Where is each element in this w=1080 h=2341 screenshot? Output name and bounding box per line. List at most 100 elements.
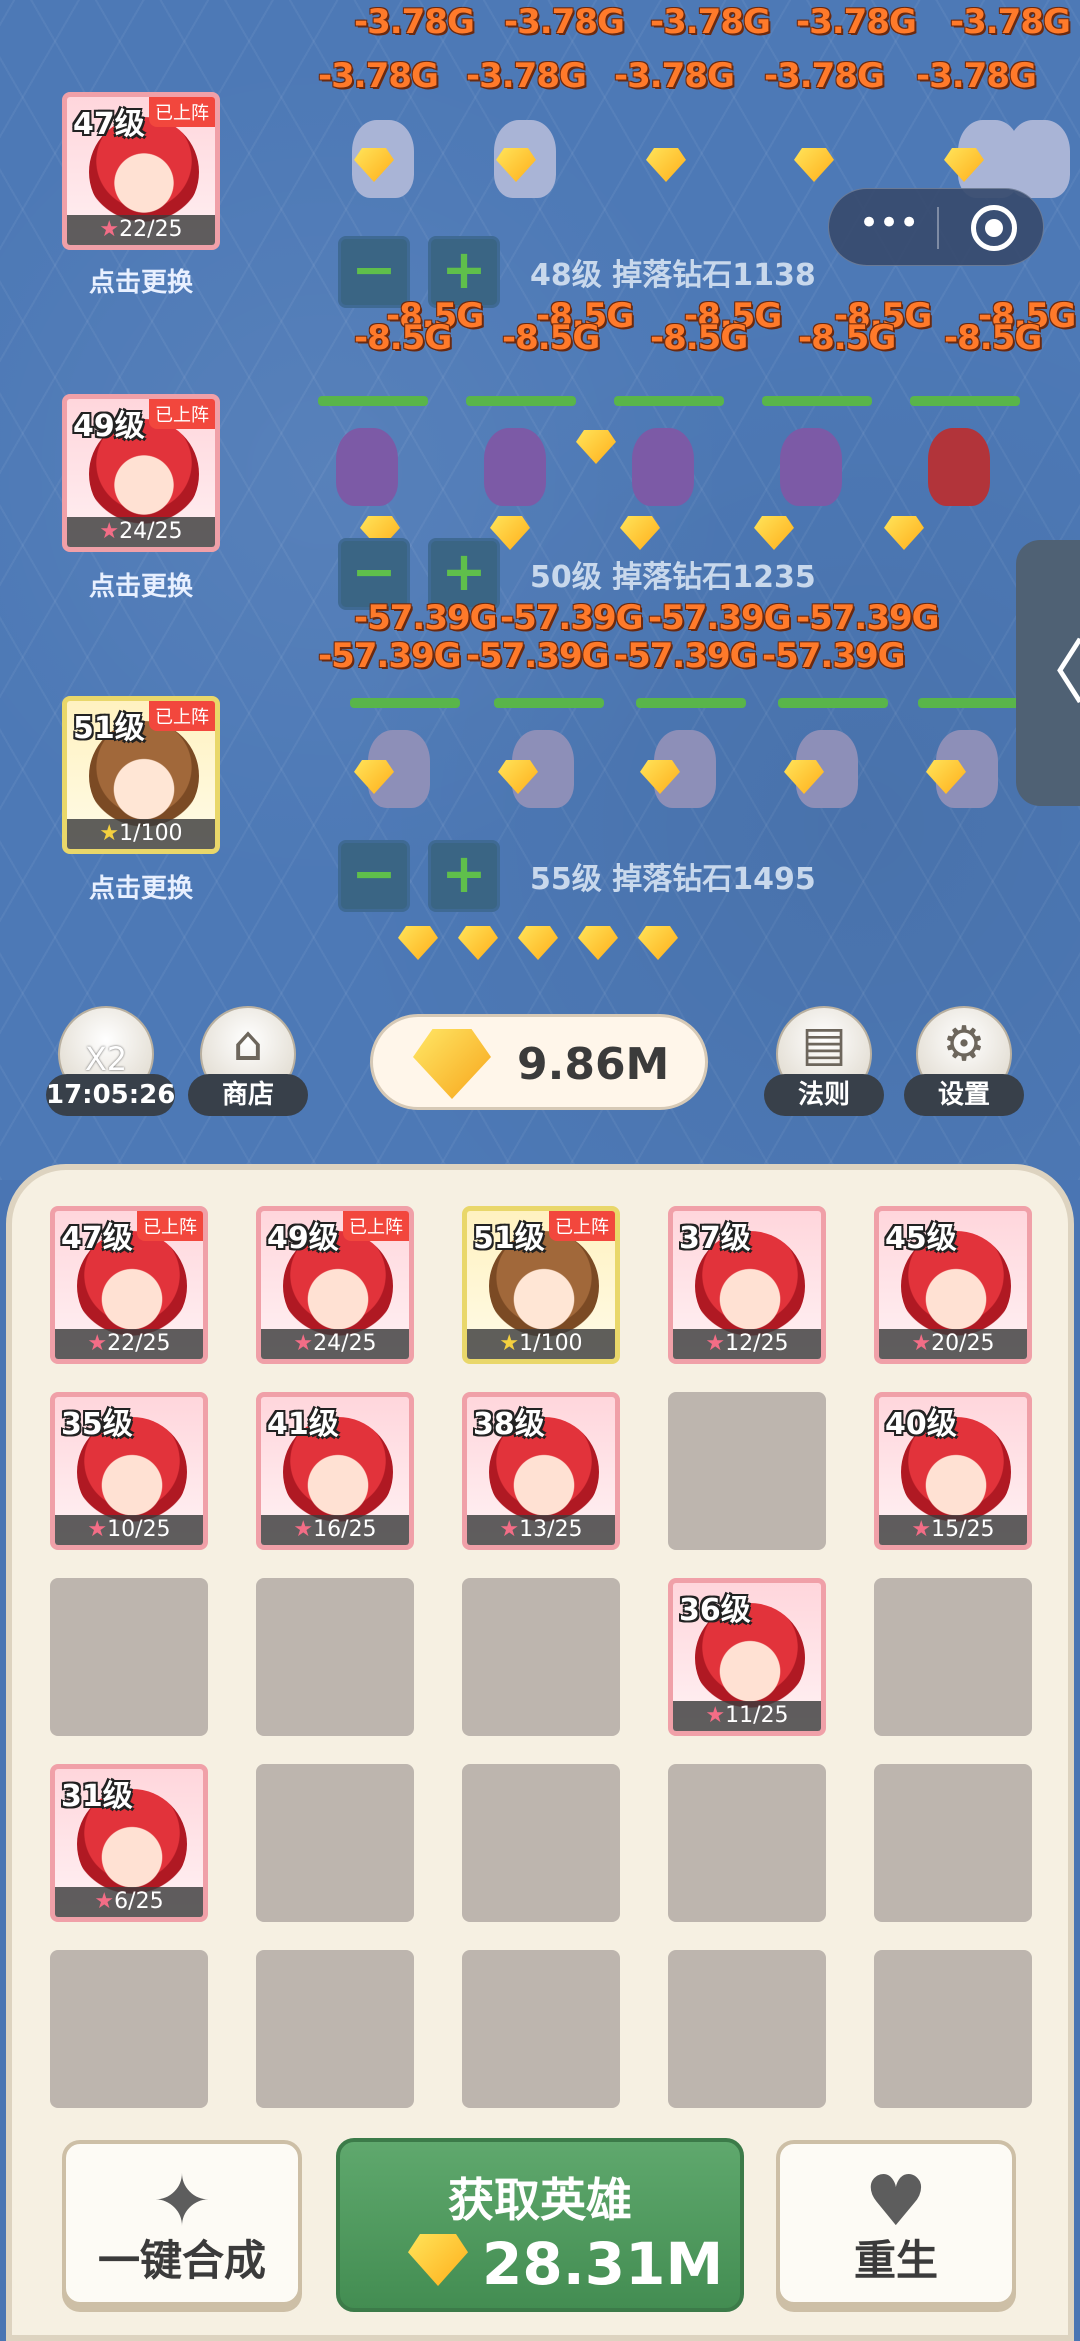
hero-stars: ★1/100 bbox=[467, 1329, 615, 1359]
more-menu-icon[interactable]: ••• bbox=[859, 203, 919, 243]
empty-grid-cell[interactable] bbox=[668, 1950, 826, 2108]
hero-card[interactable]: 51级 已上阵 ★1/100 bbox=[462, 1206, 620, 1364]
empty-grid-cell[interactable] bbox=[256, 1578, 414, 1736]
deployed-badge: 已上阵 bbox=[549, 1211, 615, 1241]
hero-card[interactable]: 40级 ★15/25 bbox=[874, 1392, 1032, 1550]
star-count: 1/100 bbox=[519, 1331, 583, 1356]
double-boost-button[interactable]: X2 17:05:26 bbox=[46, 1006, 176, 1116]
enemy bbox=[318, 396, 428, 514]
replace-hero-link[interactable]: 点击更换 bbox=[62, 868, 220, 905]
diamond-icon bbox=[458, 926, 498, 960]
hero-level: 47级 bbox=[61, 1221, 133, 1256]
deployed-badge: 已上阵 bbox=[149, 97, 215, 127]
deployed-badge: 已上阵 bbox=[343, 1211, 409, 1241]
diamond-icon bbox=[408, 2234, 468, 2286]
empty-grid-cell[interactable] bbox=[50, 1950, 208, 2108]
hero-level: 41级 bbox=[267, 1407, 339, 1442]
diamond-amount: 9.86M bbox=[517, 1039, 670, 1090]
replace-hero-link[interactable]: 点击更换 bbox=[62, 566, 220, 603]
hero-stars: ★15/25 bbox=[879, 1515, 1027, 1545]
diamond-balance: 9.86M bbox=[370, 1014, 708, 1110]
hero-card[interactable]: 38级 ★13/25 bbox=[462, 1392, 620, 1550]
hero-level: 36级 bbox=[679, 1593, 751, 1628]
empty-grid-cell[interactable] bbox=[462, 1764, 620, 1922]
star-count: 12/25 bbox=[725, 1331, 789, 1356]
settings-label: 设置 bbox=[904, 1074, 1024, 1116]
deployed-badge: 已上阵 bbox=[149, 399, 215, 429]
capsule-divider bbox=[937, 207, 939, 249]
damage-number: -3.78G bbox=[650, 2, 771, 42]
hero-level: 37级 bbox=[679, 1221, 751, 1256]
damage-number: -57.39G bbox=[318, 636, 462, 676]
empty-grid-cell[interactable] bbox=[462, 1578, 620, 1736]
damage-number: -57.39G bbox=[466, 636, 610, 676]
auto-merge-button[interactable]: ✦ 一键合成 bbox=[62, 2140, 302, 2306]
rebirth-button[interactable]: ♥ 重生 bbox=[776, 2140, 1016, 2306]
star-icon: ★ bbox=[499, 1331, 520, 1356]
hero-card[interactable]: 37级 ★12/25 bbox=[668, 1206, 826, 1364]
empty-grid-cell[interactable] bbox=[874, 1578, 1032, 1736]
damage-number: -8.5G bbox=[650, 318, 748, 358]
hero-slot-3[interactable]: 51级 已上阵 ★1/100 bbox=[62, 696, 220, 854]
empty-grid-cell[interactable] bbox=[256, 1764, 414, 1922]
diamond-stack-icon bbox=[413, 1029, 491, 1099]
diamond-icon bbox=[398, 926, 438, 960]
empty-grid-cell[interactable] bbox=[462, 1950, 620, 2108]
get-hero-button[interactable]: 获取英雄 28.31M bbox=[336, 2138, 744, 2312]
hero-slot-2[interactable]: 49级 已上阵 ★24/25 bbox=[62, 394, 220, 552]
damage-number: -57.39G bbox=[614, 636, 758, 676]
enemy bbox=[614, 396, 724, 514]
settings-button[interactable]: ⚙ 设置 bbox=[904, 1006, 1024, 1116]
hero-level: 40级 bbox=[885, 1407, 957, 1442]
hero-card[interactable]: 31级 ★6/25 bbox=[50, 1764, 208, 1922]
damage-number: -57.39G bbox=[762, 636, 906, 676]
star-count: 15/25 bbox=[931, 1517, 995, 1542]
hero-stars: ★10/25 bbox=[55, 1515, 203, 1545]
star-count: 6/25 bbox=[114, 1889, 164, 1914]
gear-icon: ⚙ bbox=[942, 1016, 986, 1072]
diamond-icon bbox=[646, 148, 686, 182]
hero-card[interactable]: 45级 ★20/25 bbox=[874, 1206, 1032, 1364]
damage-number: -3.78G bbox=[614, 56, 735, 96]
hero-card[interactable]: 36级 ★11/25 bbox=[668, 1578, 826, 1736]
star-icon: ★ bbox=[911, 1517, 932, 1542]
diamond-icon bbox=[638, 926, 678, 960]
hero-slot-1[interactable]: 47级 已上阵 ★22/25 bbox=[62, 92, 220, 250]
diamond-icon bbox=[884, 516, 924, 550]
damage-number: -3.78G bbox=[354, 2, 475, 42]
hero-stars: ★12/25 bbox=[673, 1329, 821, 1359]
star-icon: ★ bbox=[911, 1331, 932, 1356]
hero-card[interactable]: 35级 ★10/25 bbox=[50, 1392, 208, 1550]
hero-level: 51级 bbox=[73, 711, 145, 746]
hero-level: 49级 bbox=[73, 409, 145, 444]
damage-number: -8.5G bbox=[502, 318, 600, 358]
lane-plus-button[interactable]: + bbox=[428, 840, 500, 912]
hero-level: 38级 bbox=[473, 1407, 545, 1442]
enemy bbox=[762, 396, 872, 514]
star-icon: ★ bbox=[293, 1517, 314, 1542]
replace-hero-link[interactable]: 点击更换 bbox=[62, 262, 220, 299]
hero-card[interactable]: 47级 已上阵 ★22/25 bbox=[50, 1206, 208, 1364]
hero-card[interactable]: 41级 ★16/25 bbox=[256, 1392, 414, 1550]
empty-grid-cell[interactable] bbox=[874, 1764, 1032, 1922]
deployed-badge: 已上阵 bbox=[137, 1211, 203, 1241]
empty-grid-cell[interactable] bbox=[668, 1392, 826, 1550]
hero-card[interactable]: 49级 已上阵 ★24/25 bbox=[256, 1206, 414, 1364]
empty-grid-cell[interactable] bbox=[256, 1950, 414, 2108]
hero-level: 45级 bbox=[885, 1221, 957, 1256]
star-count: 20/25 bbox=[931, 1331, 995, 1356]
star-icon: ★ bbox=[87, 1331, 108, 1356]
star-count: 16/25 bbox=[313, 1517, 377, 1542]
shop-button[interactable]: ⌂ 商店 bbox=[188, 1006, 308, 1116]
empty-grid-cell[interactable] bbox=[668, 1764, 826, 1922]
empty-grid-cell[interactable] bbox=[874, 1950, 1032, 2108]
empty-grid-cell[interactable] bbox=[50, 1578, 208, 1736]
book-icon: ▤ bbox=[801, 1016, 847, 1072]
side-drawer-tab[interactable]: 〈 bbox=[1016, 540, 1080, 806]
diamond-icon bbox=[754, 516, 794, 550]
rules-button[interactable]: ▤ 法则 bbox=[764, 1006, 884, 1116]
lane-minus-button[interactable]: − bbox=[338, 840, 410, 912]
get-hero-cost: 28.31M bbox=[482, 2230, 724, 2298]
damage-number: -3.78G bbox=[466, 56, 587, 96]
target-icon[interactable] bbox=[971, 205, 1017, 251]
